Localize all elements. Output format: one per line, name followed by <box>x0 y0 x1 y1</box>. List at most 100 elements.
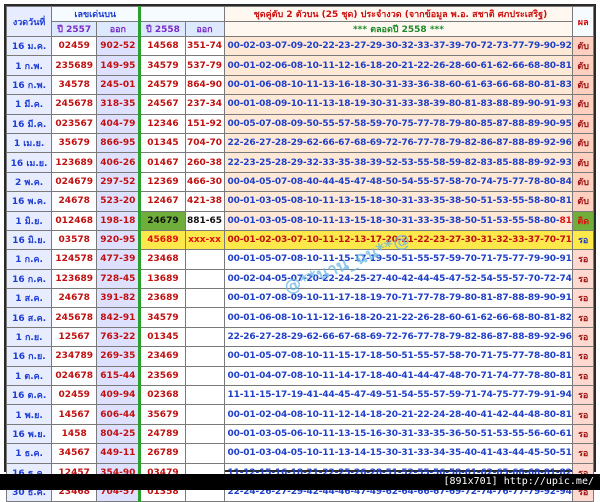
row-2558-number: 13689 <box>138 268 186 290</box>
row-2557-number: 12567 <box>51 326 98 348</box>
table-row: 16 ส.ค. 245678 842-91 34579 00-01-06-08-10-1… <box>5 307 594 328</box>
row-pair-sequence: 00-01-02-04-08-10-11-12-14-18-20-21-22-2… <box>223 404 574 425</box>
row-result: ติด <box>572 210 594 231</box>
row-2557-number: 234789 <box>51 346 98 367</box>
row-2558-number: 24567 <box>138 94 186 115</box>
table-row: 1 ก.ย. 12567 763-22 01345 22-26-27-28-29-62-… <box>5 326 594 348</box>
row-2557-out: 406-26 <box>96 152 141 173</box>
row-date: 1 ธ.ค. <box>5 443 53 464</box>
row-2557-number: 24678 <box>51 288 98 309</box>
row-2558-number: 01345 <box>138 132 186 154</box>
row-2557-out: 763-22 <box>96 326 141 348</box>
row-date: 2 พ.ค. <box>5 171 53 193</box>
row-pair-sequence: 00-01-03-05-08-10-11-13-15-18-30-31-33-3… <box>223 210 574 231</box>
row-2557-number: 245678 <box>51 307 98 328</box>
table-row: 16 ก.พ. 34578 245-01 24579 864-90 00-01-06-08… <box>5 74 594 96</box>
row-2557-out: 842-91 <box>96 307 141 328</box>
row-2557-out: 245-01 <box>96 74 141 96</box>
row-2558-out <box>184 365 225 387</box>
row-pair-sequence: 00-01-05-07-08-10-11-15-17-18-50-51-55-5… <box>223 346 574 367</box>
table-row: 16 พ.ค. 24678 523-20 12467 421-38 00-01-03-05… <box>5 191 594 212</box>
row-result: ตับ <box>572 191 594 212</box>
row-date: 16 ก.ค. <box>5 268 53 290</box>
row-2558-out <box>184 249 225 270</box>
row-2558-number: 23468 <box>138 249 186 270</box>
row-2557-out: 198-18 <box>96 210 141 231</box>
row-2558-number: 23689 <box>138 288 186 309</box>
row-2557-number: 34578 <box>51 74 98 96</box>
row-pair-sequence: 00-01-02-06-08-10-11-12-16-18-20-21-22-2… <box>223 55 574 76</box>
subtitle: *** ตลอดปี 2558 *** <box>223 21 574 37</box>
row-2557-number: 02459 <box>51 385 98 406</box>
row-2557-out: 297-52 <box>96 171 141 193</box>
row-2558-out: 537-79 <box>184 55 225 76</box>
sequence-part: 00-01-03-05-08-10-11-13-15-18-30-31-33-3… <box>227 215 560 226</box>
page-title: ชุดคู่ตับ 2 ตัวบน (25 ชุด) ประจำงวด (จาก… <box>223 6 574 22</box>
row-2558-number: 34579 <box>138 307 186 328</box>
row-2557-out: 149-95 <box>96 55 141 76</box>
row-date: 16 ก.พ. <box>5 74 53 96</box>
footer-source[interactable]: [891x701] http://upic.me/ <box>443 476 600 487</box>
row-result: รอ <box>572 249 594 270</box>
row-2557-out: 728-45 <box>96 268 141 290</box>
table-row: 16 ก.ค. 123689 728-45 13689 00-02-04-05-07-2… <box>5 268 594 290</box>
row-2558-number: 26789 <box>138 443 186 464</box>
row-pair-sequence: 00-04-05-07-08-40-44-45-47-48-50-54-55-5… <box>223 171 574 193</box>
row-2557-number: 123689 <box>51 152 98 173</box>
table-row: 1 ก.พ. 235689 149-95 34579 537-79 00-01-02-06… <box>5 55 594 76</box>
row-result: รอ <box>572 404 594 425</box>
row-2558-number: 45689 <box>138 229 186 251</box>
table-row: 16 เม.ย. 123689 406-26 01467 260-38 22-23-25-… <box>5 152 594 173</box>
row-2557-number: 024678 <box>51 365 98 387</box>
row-date: 16 ก.ย. <box>5 346 53 367</box>
row-2558-out <box>184 268 225 290</box>
row-2558-out: 466-30 <box>184 171 225 193</box>
row-2557-out: 920-95 <box>96 229 141 251</box>
table-row: 1 ก.ค. 124578 477-39 23468 00-01-05-07-08-10… <box>5 249 594 270</box>
row-date: 16 มี.ค. <box>5 113 53 134</box>
row-2557-out: 477-39 <box>96 249 141 270</box>
row-2558-out <box>184 443 225 464</box>
row-2558-number: 23469 <box>138 346 186 367</box>
row-result: ตับ <box>572 113 594 134</box>
row-2557-out: 391-82 <box>96 288 141 309</box>
row-pair-sequence: 00-01-05-07-08-10-11-15-17-19-50-51-55-5… <box>223 249 574 270</box>
row-2557-number: 023567 <box>51 113 98 134</box>
row-result: รอ <box>572 423 594 445</box>
row-2558-out: 421-38 <box>184 191 225 212</box>
row-2558-number: 01467 <box>138 152 186 173</box>
row-result: รอ <box>572 443 594 464</box>
row-2557-out: 606-44 <box>96 404 141 425</box>
table-row: 1 พ.ย. 14567 606-44 35679 00-01-02-04-08-10-… <box>5 404 594 425</box>
row-pair-sequence: 00-01-07-08-09-10-11-17-18-19-70-71-77-7… <box>223 288 574 309</box>
row-2557-out: 523-20 <box>96 191 141 212</box>
row-result: รอ <box>572 229 594 251</box>
row-result: รอ <box>572 365 594 387</box>
row-pair-sequence: 00-01-03-05-08-10-11-13-15-18-30-31-33-3… <box>223 191 574 212</box>
table-row: 1 ส.ค. 24678 391-82 23689 00-01-07-08-09-10-… <box>5 288 594 309</box>
row-date: 1 มี.ค. <box>5 94 53 115</box>
row-2558-out: 151-92 <box>184 113 225 134</box>
row-result: ตับ <box>572 94 594 115</box>
row-result: ตับ <box>572 132 594 154</box>
table-row: 16 มี.ค. 023567 404-79 12346 151-92 00-05-07-… <box>5 113 594 134</box>
row-date: 1 เม.ย. <box>5 132 53 154</box>
row-2557-number: 24678 <box>51 191 98 212</box>
row-2557-out: 404-79 <box>96 113 141 134</box>
row-2557-number: 02459 <box>51 35 98 57</box>
row-2557-out: 902-52 <box>96 35 141 57</box>
row-2558-out: 704-70 <box>184 132 225 154</box>
row-result: รอ <box>572 346 594 367</box>
row-date: 16 ส.ค. <box>5 307 53 328</box>
row-result: รอ <box>572 268 594 290</box>
row-date: 1 ก.ย. <box>5 326 53 348</box>
row-2557-out: 804-25 <box>96 423 141 445</box>
row-pair-sequence: 00-01-03-05-06-10-11-13-15-16-30-31-33-3… <box>223 423 574 445</box>
row-2557-number: 123689 <box>51 268 98 290</box>
row-date: 1 ก.พ. <box>5 55 53 76</box>
row-2558-out: 237-34 <box>184 94 225 115</box>
row-2558-number: 24789 <box>138 423 186 445</box>
table-row: 1 มิ.ย. 012468 198-18 24679 881-65 00-01-03-0… <box>5 210 594 231</box>
row-2558-out <box>184 307 225 328</box>
row-date: 16 เม.ย. <box>5 152 53 173</box>
